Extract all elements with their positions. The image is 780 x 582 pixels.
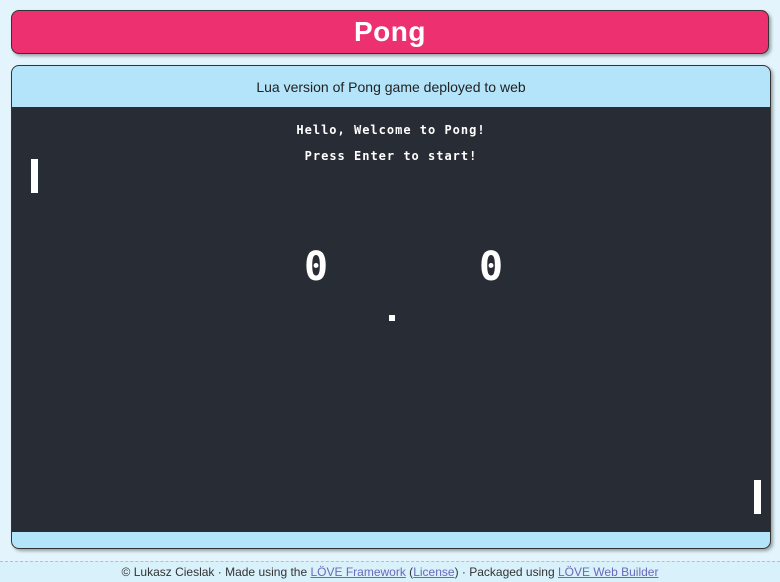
footer: © Lukasz Cieslak · Made using the LÖVE F… <box>0 561 780 582</box>
love-web-builder-link[interactable]: LÖVE Web Builder <box>558 565 659 579</box>
ball <box>389 315 395 321</box>
page-title: Pong <box>354 16 426 47</box>
footer-packaged-text: ) · Packaged using <box>454 565 558 579</box>
game-panel: Lua version of Pong game deployed to web… <box>11 65 771 549</box>
game-subtitle: Lua version of Pong game deployed to web <box>256 78 526 95</box>
header-bar: Pong <box>11 10 769 54</box>
start-prompt: Press Enter to start! <box>304 149 478 163</box>
welcome-message: Hello, Welcome to Pong! <box>296 123 486 137</box>
game-canvas[interactable]: Hello, Welcome to Pong! Press Enter to s… <box>12 107 770 532</box>
license-link[interactable]: License <box>413 565 454 579</box>
love-framework-link[interactable]: LÖVE Framework <box>310 565 405 579</box>
footer-copyright: © Lukasz Cieslak · Made using the <box>121 565 311 579</box>
left-paddle <box>31 159 38 193</box>
player2-score: 0 <box>479 244 504 290</box>
right-paddle <box>754 480 761 514</box>
player1-score: 0 <box>304 244 329 290</box>
